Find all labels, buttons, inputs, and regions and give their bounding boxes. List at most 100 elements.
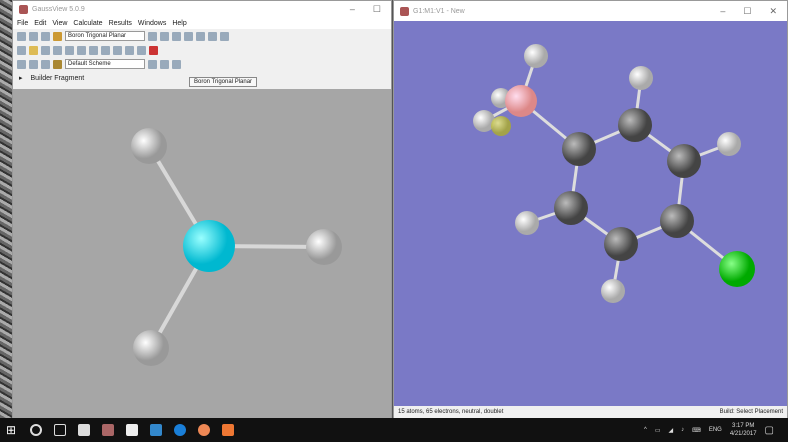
element-fragment-icon[interactable] [17,31,26,41]
network-icon[interactable]: ◢ [669,427,674,434]
redo-icon[interactable] [137,45,146,55]
menu-help[interactable]: Help [172,20,186,27]
hydrogen-atom[interactable] [131,128,167,164]
menu-calculate[interactable]: Calculate [73,20,102,27]
app-icon [400,6,409,16]
menu-results[interactable]: Results [109,20,132,27]
hydrogen-atom[interactable] [306,229,342,265]
carbon-atom[interactable] [554,191,588,225]
language-indicator[interactable]: ENG [709,427,722,433]
copy-icon[interactable] [89,45,98,55]
battery-icon[interactable]: ▭ [655,427,661,434]
menu-edit[interactable]: Edit [34,20,46,27]
expand-icon[interactable]: ▸ [19,74,23,82]
maximize-button[interactable]: ☐ [373,4,381,15]
maximize-button[interactable]: ☐ [743,6,751,17]
keyboard-icon[interactable]: ⌨ [692,427,701,434]
boron-atom[interactable] [183,220,235,272]
minimize-button[interactable]: – [720,6,725,17]
delete-atom-icon[interactable] [208,31,217,41]
open-icon[interactable] [29,45,38,55]
undo-icon[interactable] [125,45,134,55]
tooltip: Boron Trigonal Planar [189,77,258,87]
angle-icon[interactable] [160,31,169,41]
fit-icon[interactable] [29,59,38,69]
status-bar: 15 atoms, 65 electrons, neutral, doublet… [394,406,787,418]
add-valence-icon[interactable] [196,31,205,41]
menu-file[interactable]: File [17,20,28,27]
clock[interactable]: 3:17 PM 4/21/2017 [730,422,757,438]
view-icon[interactable] [148,59,157,69]
title-bar: G1:M1:V1 - New – ☐ ✕ [394,1,787,21]
image-icon[interactable] [65,45,74,55]
status-mode: Build: Select Placement [719,409,783,415]
volume-icon[interactable]: ♪ [681,427,684,433]
window-title: G1:M1:V1 - New [413,7,465,15]
date: 4/21/2017 [729,431,757,437]
chevron-up-icon[interactable]: ^ [644,427,647,433]
start-windows-icon[interactable]: ⊞ [6,424,18,436]
rgroup-icon[interactable] [41,31,50,41]
builder-label: Builder Fragment [30,74,85,82]
paste-icon[interactable] [101,45,110,55]
app-icon[interactable] [150,424,162,436]
save-icon[interactable] [41,45,50,55]
molecule-window: G1:M1:V1 - New – ☐ ✕ 15 atoms, 65 electr… [393,0,788,418]
fragment-combo[interactable]: Boron Trigonal Planar [65,31,145,41]
carbon-atom[interactable] [562,132,596,166]
toolbar-3: Default Scheme [13,57,391,71]
task-view-icon[interactable] [54,424,66,436]
minimize-button[interactable]: – [350,4,355,15]
display-format-icon[interactable] [53,59,62,69]
toolbar-2 [13,43,391,57]
camtasia-icon[interactable] [126,424,138,436]
clean-icon[interactable] [220,31,229,41]
cut-icon[interactable] [77,45,86,55]
mail-icon[interactable] [78,424,90,436]
carbon-atom[interactable] [667,144,701,178]
carbon-atom[interactable] [604,227,638,261]
hydrogen-atom[interactable] [515,211,539,235]
search-icon[interactable] [30,424,42,436]
carbon-atom[interactable] [660,204,694,238]
molecule [473,44,755,303]
print-icon[interactable] [53,45,62,55]
boron-atom[interactable] [505,85,537,117]
taskbar: ⊞ ^ ▭ ◢ ♪ ⌨ ENG 3:17 PM 4/21/2017 ▢ [0,418,788,442]
app-icon-2[interactable] [222,424,234,436]
cursor-highlight [491,116,511,136]
hydrogen-atom[interactable] [629,66,653,90]
hydrogen-atom[interactable] [524,44,548,68]
bond-icon[interactable] [148,31,157,41]
dihedral-icon[interactable] [172,31,181,41]
delete-icon[interactable] [113,45,122,55]
molecule-viewport[interactable] [394,21,787,406]
carbon-atom[interactable] [618,108,652,142]
thermometer-icon[interactable] [149,45,158,55]
edge-icon[interactable] [174,424,186,436]
chlorine-atom[interactable] [719,251,755,287]
fragment-icon[interactable] [53,31,62,41]
surface-icon[interactable] [160,59,169,69]
new-icon[interactable] [17,45,26,55]
hydrogen-atom[interactable] [133,330,169,366]
scheme-combo[interactable]: Default Scheme [65,59,145,69]
inquire-icon[interactable] [184,31,193,41]
status-molecule-info: 15 atoms, 65 electrons, neutral, doublet [398,409,504,415]
gaussview-taskbar-icon[interactable] [102,424,114,436]
close-button[interactable]: ✕ [769,6,777,17]
rotate-icon[interactable] [17,59,26,69]
hydrogen-atom[interactable] [601,279,625,303]
toolbar-1: Boron Trigonal Planar [13,29,391,43]
menu-windows[interactable]: Windows [138,20,166,27]
firefox-icon[interactable] [198,424,210,436]
title-bar: GaussView 5.0.9 – ☐ [13,1,391,18]
ring-fragment-icon[interactable] [29,31,38,41]
hydrogen-atom[interactable] [717,132,741,156]
window-icon[interactable] [41,59,50,69]
notification-icon[interactable]: ▢ [765,425,774,436]
menu-view[interactable]: View [52,20,67,27]
fragment-viewport[interactable] [13,89,391,418]
tools-icon[interactable] [172,59,181,69]
app-icon [19,5,28,14]
